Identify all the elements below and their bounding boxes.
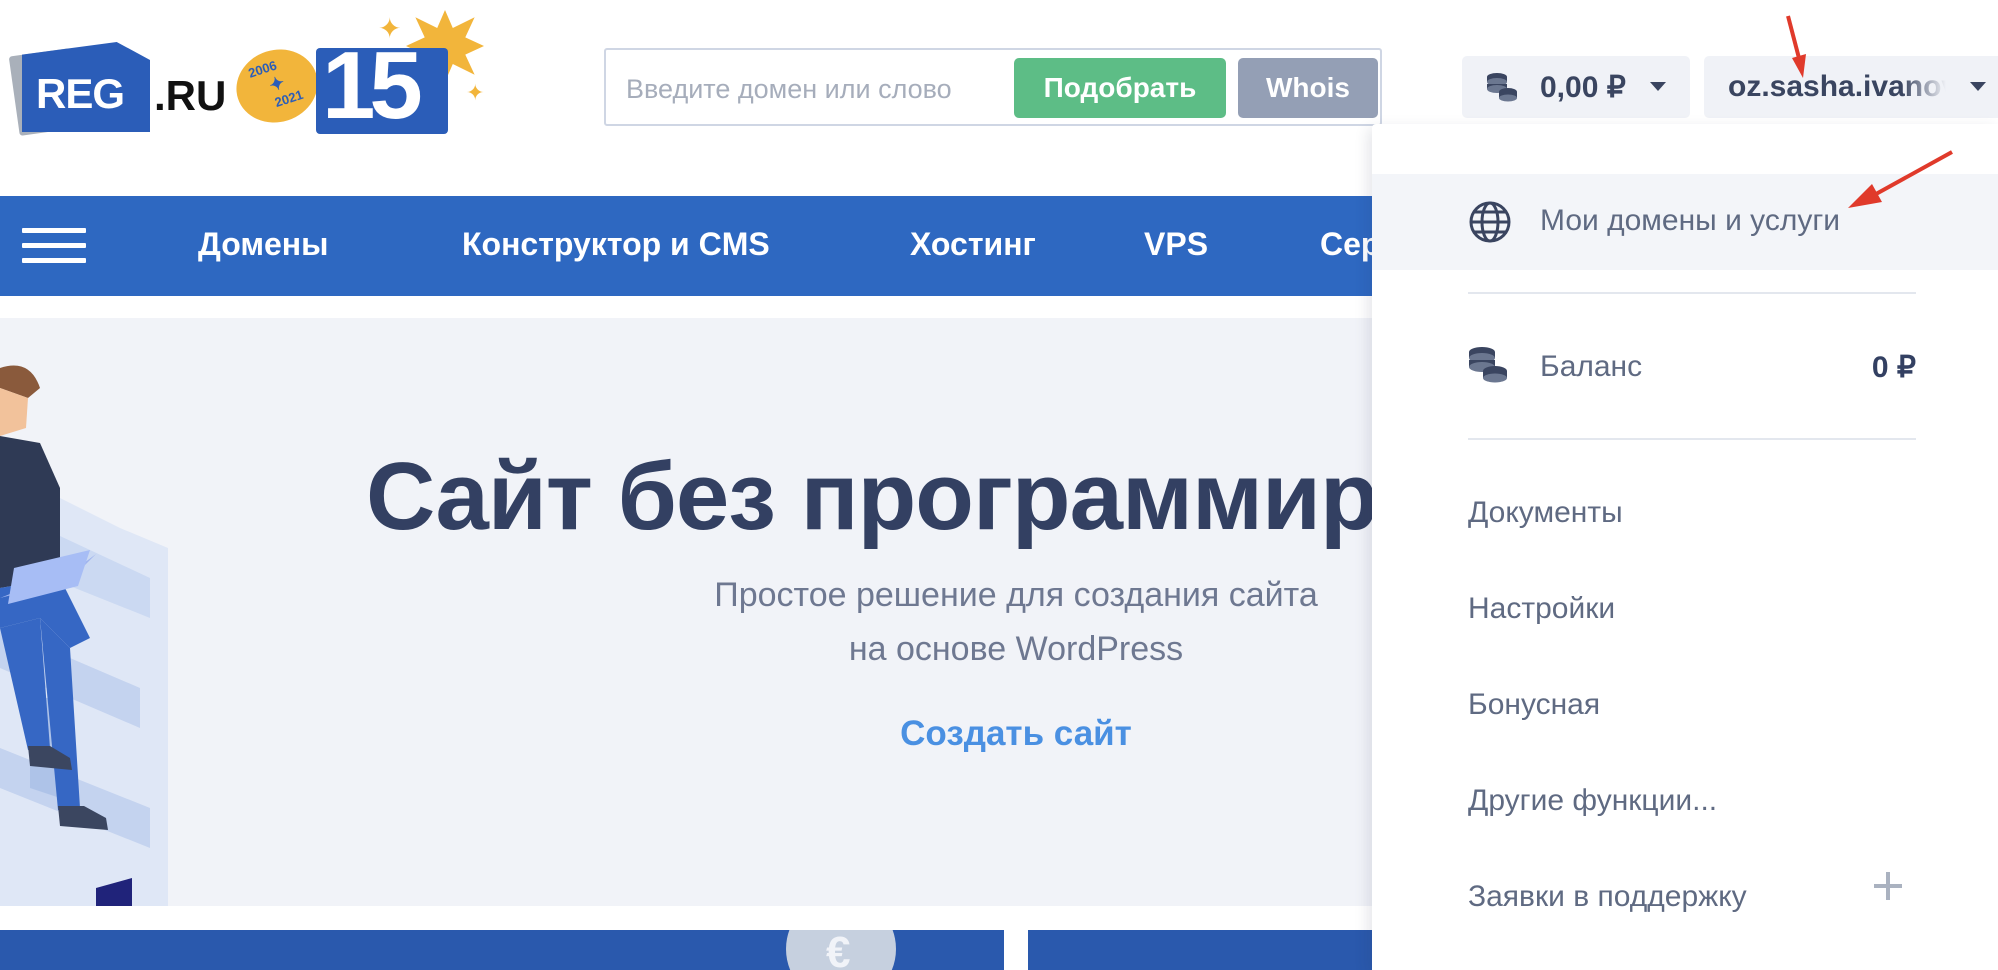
annotation-arrow-icon: [1786, 15, 1806, 78]
user-name: oz.sasha.ivanov: [1728, 70, 1946, 103]
anniversary-number-box: 15: [316, 38, 448, 134]
account-dropdown-menu: Мои домены и услуги Баланс 0 ₽ Документы…: [1372, 124, 1998, 970]
annotation-arrow-icon: [1848, 150, 1953, 208]
hero-subtitle-line1: Простое решение для создания сайта: [714, 576, 1318, 614]
menu-item-balance[interactable]: Баланс: [1540, 350, 1642, 384]
logo-text-main: REG: [36, 70, 125, 117]
chevron-down-icon: [1970, 82, 1986, 91]
anniversary-badge: 2006 ✦ 2021 15 ✦ ✦: [226, 10, 500, 134]
nav-item-domains[interactable]: Домены: [198, 226, 328, 263]
euro-coin-icon: €: [786, 930, 896, 970]
domain-search-input[interactable]: [624, 66, 1008, 112]
globe-icon: [1468, 200, 1512, 249]
menu-item-settings[interactable]: Настройки: [1468, 592, 1615, 626]
menu-item-my-domains-label: Мои домены и услуги: [1540, 204, 1841, 237]
chevron-down-icon: [1650, 82, 1666, 91]
anniversary-number: 15: [322, 32, 423, 139]
balance-amount: 0,00 ₽: [1540, 71, 1626, 104]
hero-banner: Сайт без программиро Простое решение для…: [0, 318, 1372, 906]
balance-dropdown[interactable]: 0,00 ₽: [1462, 56, 1690, 118]
create-site-link[interactable]: Создать сайт: [0, 714, 1372, 754]
domain-search-box: Подобрать Whois: [604, 48, 1382, 126]
menu-divider: [1468, 438, 1916, 440]
anniversary-coin: 2006 ✦ 2021: [226, 39, 328, 133]
menu-item-other-functions[interactable]: Другие функции...: [1468, 784, 1717, 818]
promo-banner-right[interactable]: [1028, 930, 1372, 970]
hero-title: Сайт без программиро: [366, 443, 1372, 550]
menu-item-support-tickets[interactable]: Заявки в поддержку: [1468, 880, 1747, 914]
whois-button[interactable]: Whois: [1238, 58, 1378, 118]
sparkle-icon: ✦: [378, 13, 402, 44]
menu-item-documents[interactable]: Документы: [1468, 496, 1623, 530]
logo-text-suffix: .RU: [154, 72, 227, 119]
nav-item-hosting[interactable]: Хостинг: [910, 226, 1036, 263]
main-nav: Домены Конструктор и CMS Хостинг VPS Сер: [0, 196, 1372, 296]
nav-item-constructor[interactable]: Конструктор и CMS: [462, 226, 770, 263]
coins-icon: [1486, 72, 1518, 107]
coins-icon: [1468, 346, 1508, 389]
menu-divider: [1468, 292, 1916, 294]
plus-icon[interactable]: [1874, 872, 1902, 900]
hamburger-menu-icon[interactable]: [22, 228, 86, 264]
hero-subtitle-line2: на основе WordPress: [848, 630, 1184, 668]
nav-item-services[interactable]: Сер: [1320, 226, 1372, 263]
nav-item-vps[interactable]: VPS: [1144, 226, 1208, 263]
euro-symbol: €: [826, 930, 851, 970]
balance-value: 0 ₽: [1871, 351, 1916, 384]
pick-domain-button[interactable]: Подобрать: [1014, 58, 1226, 118]
menu-item-bonus[interactable]: Бонусная: [1468, 688, 1600, 722]
reg-ru-logo[interactable]: REG .RU: [8, 34, 227, 136]
promo-banner-left[interactable]: €: [0, 930, 1004, 970]
user-menu-toggle[interactable]: oz.sasha.ivanov: [1704, 56, 1998, 118]
sparkle-icon: ✦: [466, 80, 485, 105]
